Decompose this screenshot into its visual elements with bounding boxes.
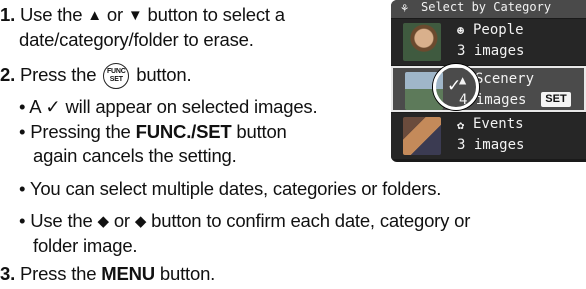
category-row-events[interactable]: ✿ Events 3 images — [391, 113, 586, 159]
step-3-line: 3. Press the MENU button. — [0, 263, 215, 285]
step-number: 2. — [0, 63, 16, 85]
func-label: FUNC — [106, 68, 126, 75]
set-label: SET — [109, 76, 123, 83]
events-icon: ✿ — [457, 118, 465, 132]
step-2-line: 2. Press the FUNC SET button. — [0, 63, 192, 89]
row-name: Scenery — [475, 71, 535, 87]
checkmark-icon: ✓ — [447, 76, 462, 96]
step-text: or — [106, 4, 123, 25]
step-number: 3. — [0, 263, 16, 284]
bullet-confirm-2: folder image. — [33, 235, 138, 256]
bullet-text: button to confirm each date, category or — [151, 210, 471, 231]
row-count: 3 images — [457, 43, 525, 59]
step-text: Press the — [19, 263, 97, 284]
row-name: People — [473, 22, 524, 38]
step-number: 1. — [0, 4, 16, 25]
bullet-multiple: • You can select multiple dates, categor… — [19, 178, 442, 199]
bullet-checkmark: • A ✓ will appear on selected images. — [19, 96, 318, 117]
category-row-people[interactable]: ☻ People 3 images — [391, 19, 586, 65]
bullet-text: • Pressing the — [19, 121, 131, 142]
bullet-text: • Use the — [19, 210, 93, 231]
step-1-line-2: date/category/folder to erase. — [19, 29, 254, 50]
step-1-line-1: 1. Use the ▲ or ▼ button to select a — [0, 4, 285, 27]
step-text: button. — [136, 63, 192, 85]
bullet-bold: FUNC./SET — [135, 121, 232, 142]
category-row-scenery[interactable]: ▲ Scenery 4 images SET — [391, 66, 586, 112]
menu-label: MENU — [101, 263, 155, 284]
screen-header: ⚘ Select by Category — [391, 0, 586, 18]
up-arrow-icon: ▲ — [87, 7, 102, 24]
category-icon: ⚘ — [401, 1, 409, 15]
step-text: Press the — [19, 63, 97, 85]
camera-lcd-screen: ⚘ Select by Category ☻ People 3 images ▲… — [391, 0, 586, 162]
func-set-button-icon: FUNC SET — [103, 63, 130, 89]
bullet-text: button — [236, 121, 287, 142]
left-arrow-icon: ◆ — [97, 213, 110, 230]
row-count: 3 images — [457, 137, 525, 153]
bullet-confirm-1: • Use the ◆ or ◆ button to confirm each … — [19, 210, 470, 233]
right-arrow-icon: ◆ — [134, 213, 147, 230]
events-thumbnail — [403, 117, 441, 155]
step-text: button to select a — [147, 4, 286, 25]
bullet-text: or — [113, 210, 130, 231]
step-text: Use the — [19, 4, 83, 25]
bullet-func-cancel-1: • Pressing the FUNC./SET button — [19, 121, 287, 143]
screen-title: Select by Category — [421, 0, 552, 14]
down-arrow-icon: ▼ — [127, 7, 143, 24]
row-name: Events — [473, 116, 524, 132]
people-icon: ☻ — [457, 24, 465, 38]
people-thumbnail — [403, 23, 441, 61]
step-text: button. — [159, 263, 216, 284]
bullet-func-cancel-2: again cancels the setting. — [33, 145, 237, 166]
set-badge: SET — [541, 92, 571, 107]
